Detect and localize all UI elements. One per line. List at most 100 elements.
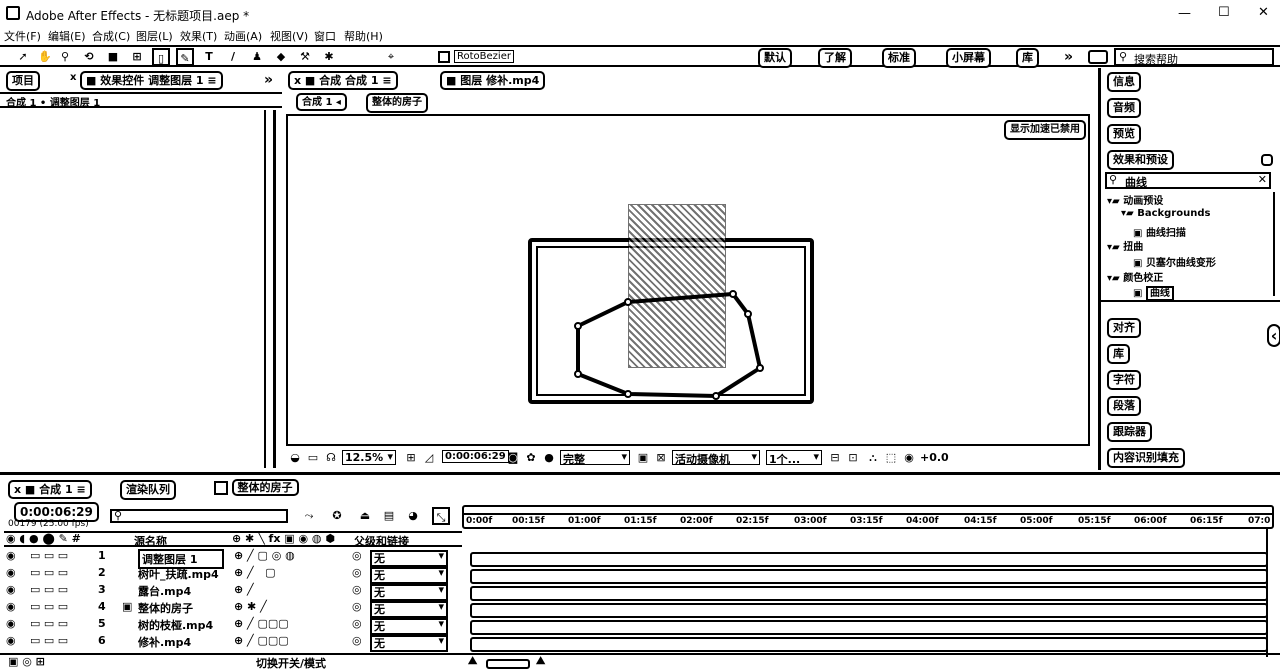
col-source-name[interactable]: 源名称 [134, 533, 167, 549]
pan-behind-tool-icon[interactable]: ⊞ [128, 48, 146, 66]
audio-icon[interactable]: ☊ [322, 449, 340, 467]
views-dropdown[interactable]: 1个... ▾ [766, 450, 822, 466]
selection-tool-icon[interactable]: ➚ [14, 48, 32, 66]
layer-duration-bar[interactable] [470, 637, 1268, 652]
camera-dropdown[interactable]: 活动摄像机 ▾ [672, 450, 760, 466]
comp-flowchart-icon[interactable]: ⤳ [300, 507, 318, 525]
layer-duration-bar[interactable] [470, 586, 1268, 601]
visibility-icon[interactable]: ◉ [6, 600, 16, 613]
parent-pickwhip-icon[interactable]: ◎ [352, 617, 362, 630]
tree-item[interactable]: ▾▰ Backgrounds [1121, 208, 1210, 219]
rectangle-tool-icon[interactable]: ▯ [152, 48, 170, 66]
col-parent-link[interactable]: 父级和链接 [354, 533, 409, 549]
menu-animation[interactable]: 动画(A) [224, 28, 262, 44]
search-help-toggle-icon[interactable] [1088, 50, 1108, 64]
hand-tool-icon[interactable]: ✋ [36, 48, 54, 66]
tree-item[interactable]: ▾▰ 扭曲 [1107, 238, 1143, 253]
layer-duration-bar[interactable] [470, 569, 1268, 584]
menu-file[interactable]: 文件(F) [4, 28, 41, 44]
reset-exposure-icon[interactable]: ◉ [900, 449, 918, 467]
panel-paragraph[interactable]: 段落 [1107, 396, 1141, 416]
table-row[interactable]: ◉ ▭ ▭ ▭ 6 修补.mp4 ⊕ ╱ ▢▢▢ ◎ 无 ▾ [4, 634, 1274, 652]
tab-effect-controls[interactable]: ■ 效果控件 调整图层 1 ≡ [80, 71, 223, 90]
workspace-library[interactable]: 库 [1016, 48, 1039, 68]
menu-edit[interactable]: 编辑(E) [48, 28, 86, 44]
layer-search-field[interactable]: ⚲ [110, 509, 288, 523]
parent-dropdown[interactable]: 无 ▾ [370, 600, 448, 618]
panel-menu-icon[interactable] [1261, 154, 1273, 166]
timeline-tab-render-queue[interactable]: 渲染队列 [120, 480, 176, 500]
visibility-icon[interactable]: ◉ [6, 634, 16, 647]
effects-search-field[interactable]: ⚲ 曲线 ✕ [1105, 172, 1271, 189]
pen-tool-icon[interactable]: ✎ [176, 48, 194, 66]
graph-editor-icon[interactable]: ⤡ [432, 507, 450, 525]
layer-name[interactable]: 修补.mp4 [138, 634, 191, 650]
render-time-icon[interactable]: ▣ ◎ ⊞ [8, 655, 45, 668]
menu-composition[interactable]: 合成(C) [92, 28, 130, 44]
search-help-field[interactable]: ⚲ 搜索帮助 [1114, 48, 1274, 66]
pixel-aspect-icon[interactable]: ⊡ [844, 449, 862, 467]
menu-layer[interactable]: 图层(L) [136, 28, 173, 44]
sub-tab-comp[interactable]: 合成 1 ◂ [296, 93, 347, 111]
eraser-tool-icon[interactable]: ◆ [272, 48, 290, 66]
playhead[interactable] [1266, 529, 1268, 657]
tree-item[interactable]: ▾▰ 动画预设 [1107, 192, 1163, 207]
table-row[interactable]: ◉ ▭ ▭ ▭ 3 露台.mp4 ⊕ ╱ ◎ 无 ▾ [4, 583, 1274, 601]
table-row[interactable]: ◉ ▭ ▭ ▭ 4 ▣ 整体的房子 ⊕ ✱ ╱ ◎ 无 ▾ [4, 600, 1274, 618]
tree-item[interactable]: ▣ 贝塞尔曲线变形 [1133, 254, 1216, 269]
clone-stamp-tool-icon[interactable]: ♟ [248, 48, 266, 66]
panel-preview[interactable]: 预览 [1107, 124, 1141, 144]
panel-align[interactable]: 对齐 [1107, 318, 1141, 338]
frame-blending-icon[interactable]: ▤ [380, 507, 398, 525]
zoom-in-icon[interactable]: ⛰ [536, 654, 545, 668]
tab-layer[interactable]: ■ 图层 修补.mp4 [440, 71, 546, 90]
rotate-tool-icon[interactable]: ⟲ [80, 48, 98, 66]
tree-item[interactable]: ▾▰ 颜色校正 [1107, 269, 1163, 284]
zoom-dropdown[interactable]: 12.5% ▾ [342, 450, 396, 465]
grid-icon[interactable]: ⊞ [402, 449, 420, 467]
visibility-icon[interactable]: ◉ [6, 617, 16, 630]
timeline-tab-comp1[interactable]: x ■ 合成 1 ≡ [8, 480, 92, 499]
layer-duration-bar[interactable] [470, 552, 1268, 567]
layout-icon[interactable]: ⊟ [826, 449, 844, 467]
workspace-default[interactable]: 默认 [758, 48, 792, 68]
close-icon[interactable]: x [70, 72, 76, 83]
transparency-grid-icon[interactable]: ⊠ [652, 449, 670, 467]
parent-dropdown[interactable]: 无 ▾ [370, 583, 448, 601]
workspace-small[interactable]: 小屏幕 [946, 48, 991, 68]
tree-item[interactable]: ▣ 曲线扫描 [1133, 224, 1186, 239]
draft-3d-icon[interactable]: ✪ [328, 507, 346, 525]
workspace-standard[interactable]: 标准 [882, 48, 916, 68]
panel-audio[interactable]: 音频 [1107, 98, 1141, 118]
mask-visibility-icon[interactable]: ◿ [420, 449, 438, 467]
collapse-panel-icon[interactable]: ‹ [1267, 324, 1280, 347]
sub-tab-layer[interactable]: 整体的房子 [366, 93, 428, 113]
color-icon[interactable]: ● [540, 449, 558, 467]
panel-character[interactable]: 字符 [1107, 370, 1141, 390]
layer-name[interactable]: 树的枝桠.mp4 [138, 617, 213, 633]
region-of-interest-icon[interactable]: ▣ [634, 449, 652, 467]
menu-effect[interactable]: 效果(T) [180, 28, 217, 44]
time-ruler[interactable]: 0:00f 00:15f 01:00f 01:15f 02:00f 02:15f… [462, 505, 1274, 529]
effects-scrollbar[interactable] [1273, 192, 1278, 296]
parent-dropdown[interactable]: 无 ▾ [370, 617, 448, 635]
menu-view[interactable]: 视图(V) [270, 28, 308, 44]
rotobezier-checkbox[interactable] [438, 51, 450, 63]
layer-name[interactable]: 树叶_扶疏.mp4 [138, 566, 219, 582]
parent-dropdown[interactable]: 无 ▾ [370, 549, 448, 567]
zoom-tool-icon[interactable]: ⚲ [56, 48, 74, 66]
resolution-dropdown[interactable]: 完整 ▾ [560, 450, 630, 466]
layer-duration-bar[interactable] [470, 603, 1268, 618]
panel-info[interactable]: 信息 [1107, 72, 1141, 92]
table-row[interactable]: ◉ ▭ ▭ ▭ 2 树叶_扶疏.mp4 ⊕ ╱ ▢ ◎ 无 ▾ [4, 566, 1274, 584]
motion-blur-icon[interactable]: ◕ [404, 507, 422, 525]
tab-project[interactable]: 项目 [6, 71, 40, 91]
menu-help[interactable]: 帮助(H) [344, 28, 383, 44]
puppet-tool-icon[interactable]: ✱ [320, 48, 338, 66]
left-scrollbar[interactable] [264, 110, 270, 468]
zoom-out-icon[interactable]: ⛰ [468, 654, 477, 668]
snapshot-icon[interactable]: ◒ [286, 449, 304, 467]
table-row[interactable]: ◉ ▭ ▭ ▭ 1 调整图层 1 ⊕ ╱ ▢ ◎ ◍ ◎ 无 ▾ [4, 549, 1274, 569]
workspace-overflow-icon[interactable]: » [1064, 49, 1073, 65]
parent-pickwhip-icon[interactable]: ◎ [352, 566, 362, 579]
